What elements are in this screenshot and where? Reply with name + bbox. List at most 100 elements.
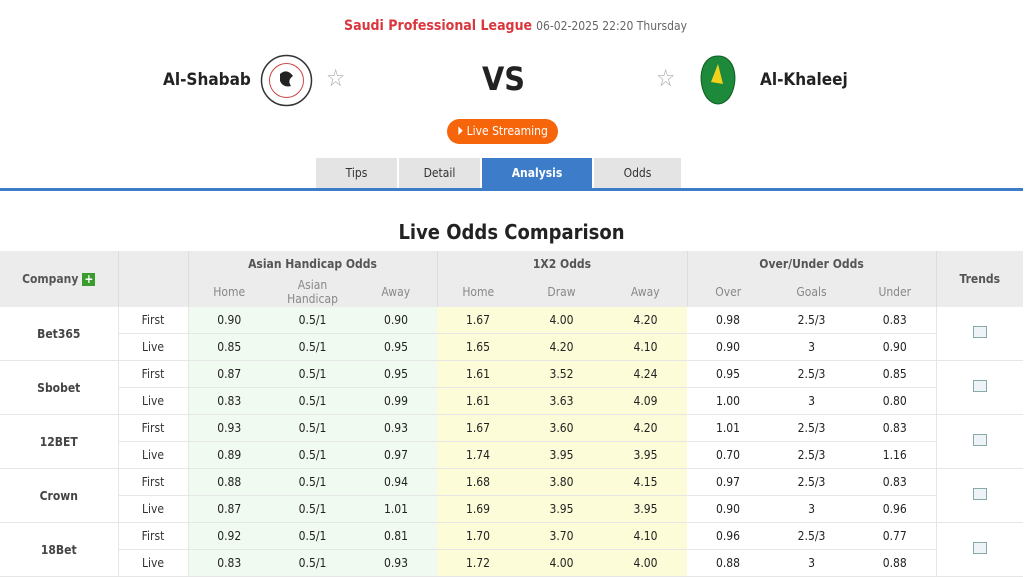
odds-value[interactable]: 3.95 xyxy=(604,495,688,523)
odds-value[interactable]: 3 xyxy=(769,387,855,415)
odds-value[interactable]: 4.20 xyxy=(604,414,688,442)
company-name[interactable]: Crown xyxy=(0,468,119,523)
odds-value[interactable]: 3.60 xyxy=(519,414,605,442)
odds-value[interactable]: 0.95 xyxy=(355,360,438,388)
plus-icon[interactable]: + xyxy=(82,273,96,286)
odds-value[interactable]: 3.63 xyxy=(519,387,605,415)
away-team-name[interactable]: Al-Khaleej xyxy=(760,70,848,90)
home-team-name[interactable]: Al-Shabab xyxy=(163,70,251,90)
trend-chart-icon[interactable] xyxy=(972,326,987,338)
odds-value[interactable]: 4.10 xyxy=(604,522,688,550)
odds-value[interactable]: 1.68 xyxy=(437,468,520,496)
odds-value[interactable]: 1.70 xyxy=(437,522,520,550)
odds-value[interactable]: 0.93 xyxy=(188,414,270,442)
odds-value[interactable]: 1.67 xyxy=(437,414,520,442)
odds-value[interactable]: 0.5/1 xyxy=(270,333,355,361)
odds-value[interactable]: 1.74 xyxy=(437,441,520,469)
odds-value[interactable]: 0.5/1 xyxy=(270,387,355,415)
odds-value[interactable]: 0.90 xyxy=(188,307,270,334)
odds-value[interactable]: 4.10 xyxy=(604,333,688,361)
odds-value[interactable]: 2.5/3 xyxy=(769,360,855,388)
company-name[interactable]: Bet365 xyxy=(0,307,119,361)
odds-value[interactable]: 3.95 xyxy=(519,495,605,523)
live-streaming-button[interactable]: ⏵ Live Streaming xyxy=(447,119,558,144)
odds-value[interactable]: 3.52 xyxy=(519,360,605,388)
tab-tips[interactable]: Tips xyxy=(316,158,397,188)
odds-value[interactable]: 0.90 xyxy=(687,495,770,523)
odds-value[interactable]: 0.83 xyxy=(854,468,937,496)
odds-value[interactable]: 0.5/1 xyxy=(270,441,355,469)
odds-value[interactable]: 0.90 xyxy=(854,333,937,361)
odds-value[interactable]: 4.20 xyxy=(604,307,688,334)
odds-value[interactable]: 1.65 xyxy=(437,333,520,361)
tab-analysis[interactable]: Analysis xyxy=(482,158,592,188)
company-name[interactable]: 12BET xyxy=(0,414,119,469)
odds-value[interactable]: 4.09 xyxy=(604,387,688,415)
tab-detail[interactable]: Detail xyxy=(399,158,480,188)
tab-odds[interactable]: Odds xyxy=(594,158,681,188)
odds-value[interactable]: 0.95 xyxy=(687,360,770,388)
odds-value[interactable]: 0.90 xyxy=(355,307,438,334)
odds-value[interactable]: 0.92 xyxy=(188,522,270,550)
odds-value[interactable]: 0.83 xyxy=(854,414,937,442)
odds-value[interactable]: 0.5/1 xyxy=(270,360,355,388)
odds-value[interactable]: 3.95 xyxy=(604,441,688,469)
odds-value[interactable]: 0.97 xyxy=(355,441,438,469)
odds-value[interactable]: 0.88 xyxy=(188,468,270,496)
odds-value[interactable]: 1.67 xyxy=(437,307,520,334)
odds-value[interactable]: 0.88 xyxy=(687,549,770,577)
odds-value[interactable]: 4.00 xyxy=(519,307,605,334)
odds-value[interactable]: 0.88 xyxy=(854,549,937,577)
odds-value[interactable]: 1.61 xyxy=(437,387,520,415)
odds-value[interactable]: 0.99 xyxy=(355,387,438,415)
odds-value[interactable]: 0.93 xyxy=(355,549,438,577)
odds-value[interactable]: 3 xyxy=(769,333,855,361)
odds-value[interactable]: 0.5/1 xyxy=(270,522,355,550)
home-favorite-star-icon[interactable]: ☆ xyxy=(326,64,345,92)
odds-value[interactable]: 4.00 xyxy=(604,549,688,577)
odds-value[interactable]: 1.72 xyxy=(437,549,520,577)
odds-value[interactable]: 1.01 xyxy=(355,495,438,523)
odds-value[interactable]: 3.95 xyxy=(519,441,605,469)
odds-value[interactable]: 1.69 xyxy=(437,495,520,523)
company-name[interactable]: Sbobet xyxy=(0,360,119,415)
odds-value[interactable]: 0.96 xyxy=(854,495,937,523)
odds-value[interactable]: 0.98 xyxy=(687,307,770,334)
odds-value[interactable]: 0.97 xyxy=(687,468,770,496)
odds-value[interactable]: 1.01 xyxy=(687,414,770,442)
odds-value[interactable]: 3 xyxy=(769,549,855,577)
odds-value[interactable]: 2.5/3 xyxy=(769,414,855,442)
trend-chart-icon[interactable] xyxy=(972,434,987,446)
league-name[interactable]: Saudi Professional League xyxy=(344,18,532,34)
odds-value[interactable]: 0.87 xyxy=(188,360,270,388)
odds-value[interactable]: 4.15 xyxy=(604,468,688,496)
odds-value[interactable]: 4.20 xyxy=(519,333,605,361)
odds-value[interactable]: 0.83 xyxy=(188,549,270,577)
away-favorite-star-icon[interactable]: ☆ xyxy=(656,64,675,92)
trend-chart-icon[interactable] xyxy=(972,488,987,500)
odds-value[interactable]: 0.90 xyxy=(687,333,770,361)
odds-value[interactable]: 4.00 xyxy=(519,549,605,577)
odds-value[interactable]: 0.89 xyxy=(188,441,270,469)
odds-value[interactable]: 0.83 xyxy=(854,307,937,334)
trend-chart-icon[interactable] xyxy=(972,542,987,554)
odds-value[interactable]: 3.80 xyxy=(519,468,605,496)
company-name[interactable]: 18Bet xyxy=(0,522,119,577)
odds-value[interactable]: 2.5/3 xyxy=(769,307,855,334)
odds-value[interactable]: 0.93 xyxy=(355,414,438,442)
odds-value[interactable]: 0.80 xyxy=(854,387,937,415)
odds-value[interactable]: 0.5/1 xyxy=(270,414,355,442)
odds-value[interactable]: 1.16 xyxy=(854,441,937,469)
odds-value[interactable]: 0.81 xyxy=(355,522,438,550)
odds-value[interactable]: 2.5/3 xyxy=(769,441,855,469)
odds-value[interactable]: 2.5/3 xyxy=(769,468,855,496)
odds-value[interactable]: 0.85 xyxy=(188,333,270,361)
odds-value[interactable]: 1.00 xyxy=(687,387,770,415)
trend-chart-icon[interactable] xyxy=(972,380,987,392)
odds-value[interactable]: 0.5/1 xyxy=(270,549,355,577)
odds-value[interactable]: 0.96 xyxy=(687,522,770,550)
odds-value[interactable]: 0.95 xyxy=(355,333,438,361)
odds-value[interactable]: 0.85 xyxy=(854,360,937,388)
odds-value[interactable]: 0.5/1 xyxy=(270,307,355,334)
odds-value[interactable]: 0.77 xyxy=(854,522,937,550)
